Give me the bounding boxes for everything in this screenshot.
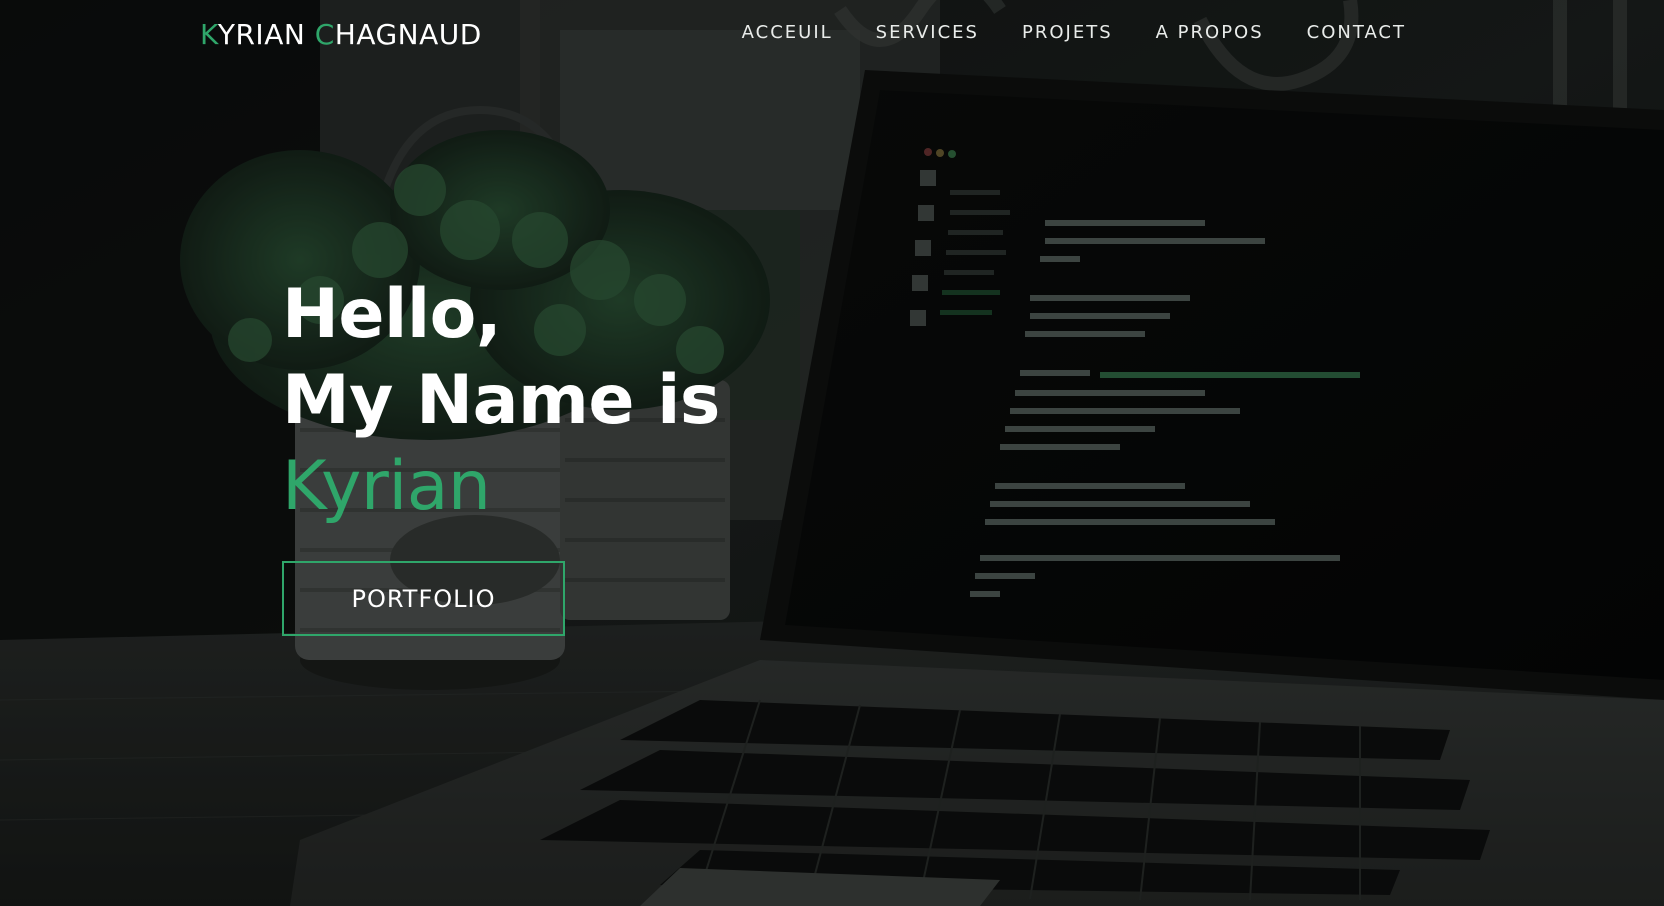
background-photo (0, 0, 1664, 906)
hero-background (0, 0, 1664, 906)
hero-greeting: Hello, (282, 275, 502, 354)
main-nav: ACCEUIL SERVICES PROJETS A PROPOS CONTAC… (742, 22, 1406, 43)
site-logo[interactable]: KYRIAN CHAGNAUD (200, 18, 482, 51)
portfolio-button[interactable]: PORTFOLIO (282, 561, 565, 636)
logo-first-name: YRIAN (217, 18, 306, 51)
logo-last-name: HAGNAUD (334, 18, 482, 51)
logo-last-initial: C (314, 18, 335, 51)
hero-heading: Hello, My Name is Kyrian (282, 272, 720, 530)
hero-name: Kyrian (282, 447, 491, 526)
nav-link-services[interactable]: SERVICES (876, 22, 979, 43)
logo-first-initial: K (200, 18, 218, 51)
nav-link-contact[interactable]: CONTACT (1307, 22, 1406, 43)
hero-intro: My Name is (282, 361, 720, 440)
nav-link-acceuil[interactable]: ACCEUIL (742, 22, 833, 43)
nav-link-a-propos[interactable]: A PROPOS (1156, 22, 1264, 43)
nav-link-projets[interactable]: PROJETS (1022, 22, 1113, 43)
